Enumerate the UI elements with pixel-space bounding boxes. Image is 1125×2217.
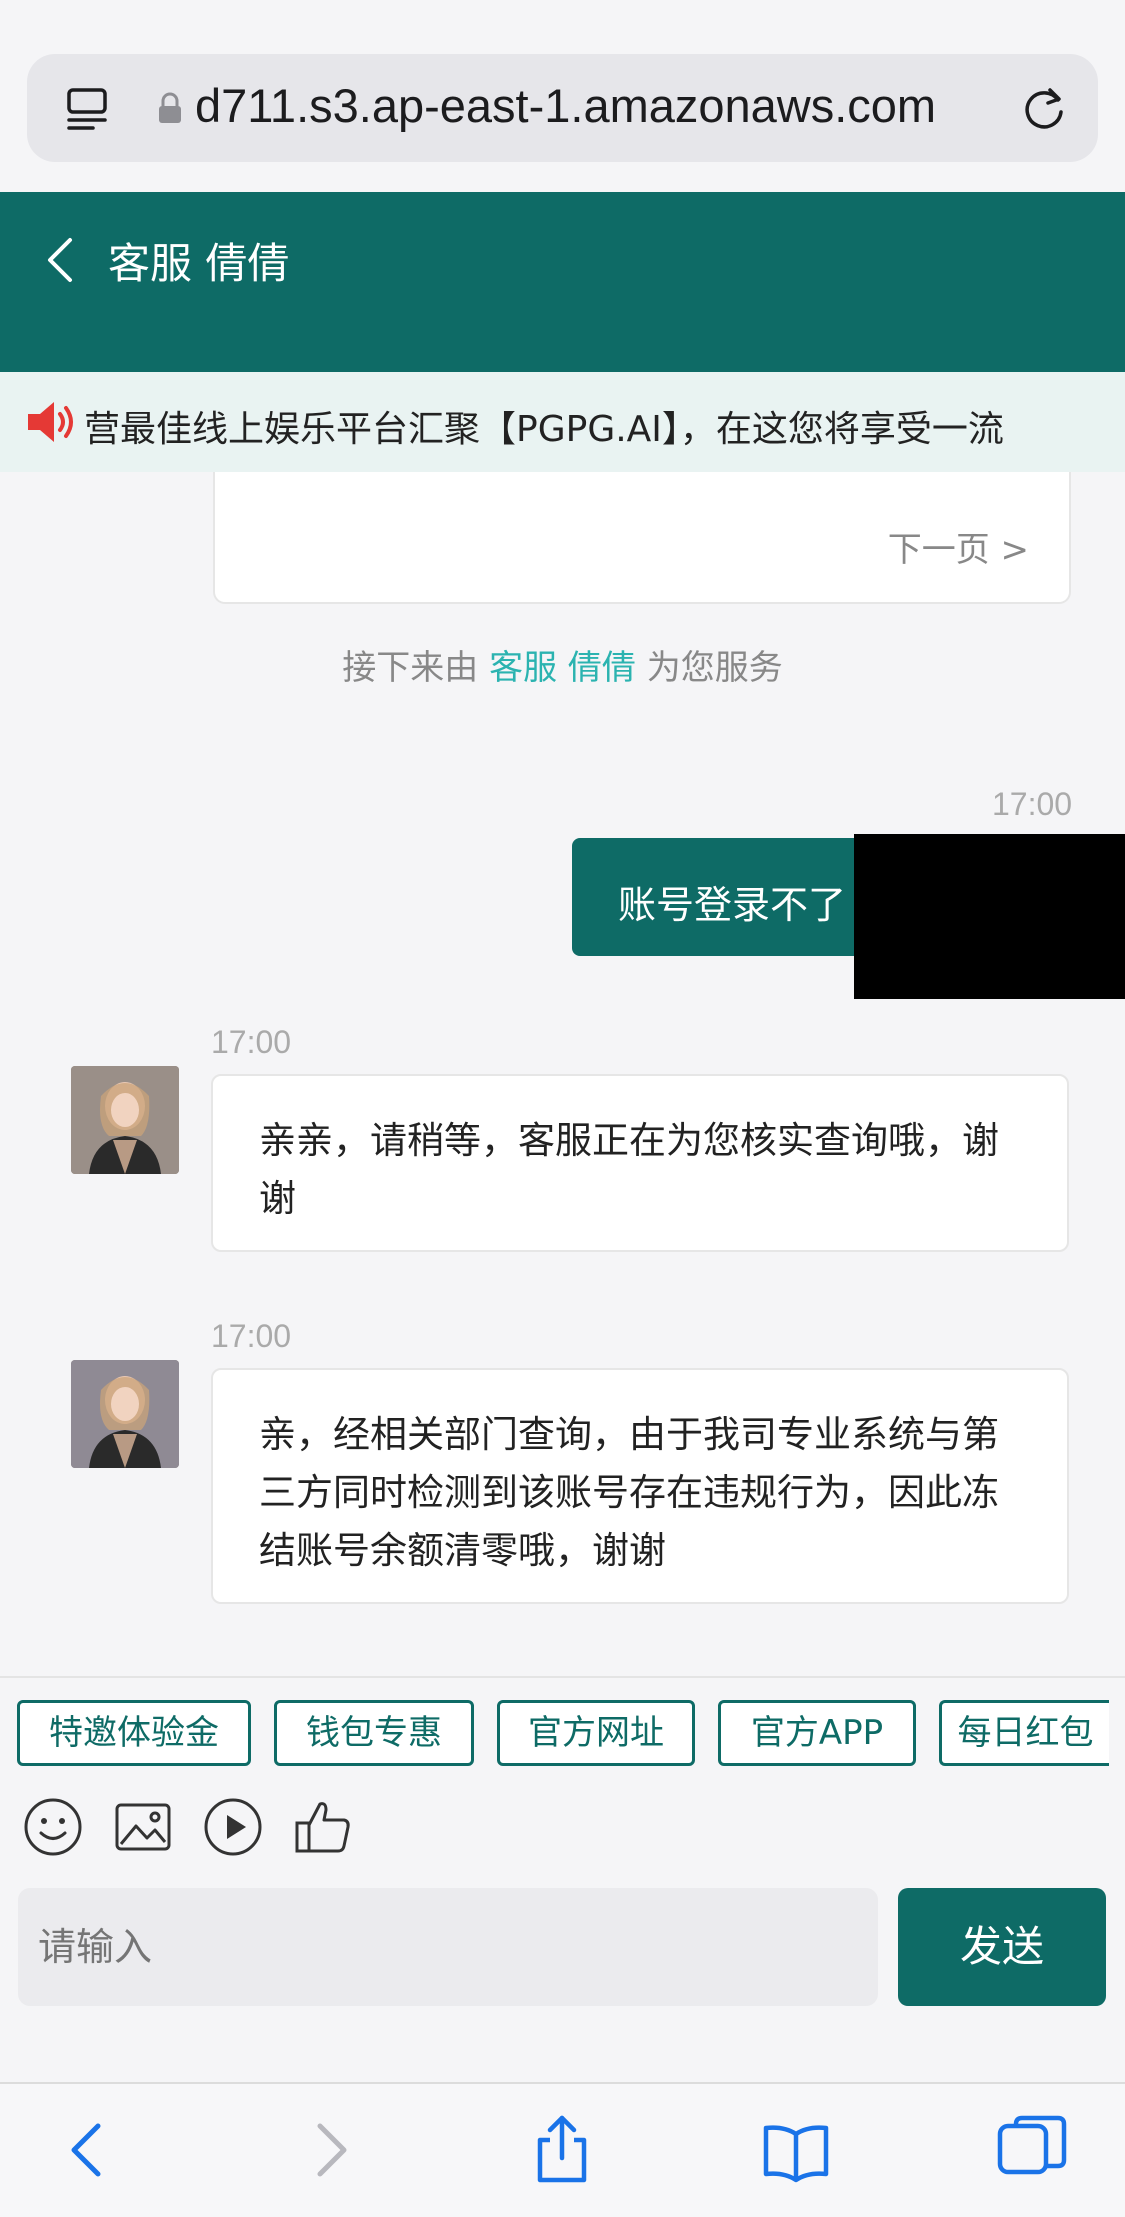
send-button[interactable]: 发送 — [898, 1888, 1106, 2006]
back-icon[interactable] — [52, 2114, 124, 2186]
agent-avatar — [71, 1066, 179, 1174]
agent-message-card: 亲，经相关部门查询，由于我司专业系统与第三方同时检测到该账号存在违规行为，因此冻… — [211, 1368, 1069, 1604]
message-input[interactable] — [18, 1888, 878, 2006]
forward-icon[interactable] — [294, 2114, 366, 2186]
agent-avatar — [71, 1360, 179, 1468]
quick-reply-button[interactable]: 每日红包 — [939, 1700, 1109, 1766]
url-text[interactable]: d711.s3.ap-east-1.amazonaws.com — [195, 78, 936, 133]
tabs-icon[interactable] — [996, 2114, 1068, 2186]
browser-address-area: d711.s3.ap-east-1.amazonaws.com — [0, 0, 1125, 192]
next-page-link[interactable]: 下一页 > — [888, 522, 1029, 571]
announcement-marquee[interactable]: 营最佳线上娱乐平台汇聚【PGPG.AI】，在这您将享受一流 — [0, 372, 1125, 472]
play-icon[interactable] — [202, 1796, 264, 1858]
image-icon[interactable] — [112, 1796, 174, 1858]
lock-icon — [159, 92, 181, 123]
bookmarks-icon[interactable] — [760, 2114, 832, 2186]
page-menu-icon[interactable] — [63, 84, 113, 134]
notice-before: 接下来由 — [342, 648, 490, 688]
quick-reply-button[interactable]: 特邀体验金 — [17, 1700, 251, 1766]
quick-reply-button[interactable]: 钱包专惠 — [274, 1700, 474, 1766]
composer-panel: 特邀体验金 钱包专惠 官方网址 官方APP 每日红包 发送 — [0, 1676, 1125, 2082]
redaction-block — [854, 834, 1125, 999]
avatar-photo — [71, 1066, 179, 1174]
reload-icon[interactable] — [1018, 82, 1070, 134]
avatar-photo — [71, 1360, 179, 1468]
chevron-left-icon[interactable] — [40, 232, 80, 288]
notice-after: 为您服务 — [635, 648, 783, 688]
address-bar[interactable]: d711.s3.ap-east-1.amazonaws.com — [27, 54, 1098, 162]
notice-agent-name: 客服 倩倩 — [489, 648, 636, 688]
chat-header: 客服 倩倩 — [0, 192, 1125, 372]
smiley-icon[interactable] — [22, 1796, 84, 1858]
user-message-bubble: 账号登录不了 — [572, 838, 872, 956]
announcement-text: 营最佳线上娱乐平台汇聚【PGPG.AI】，在这您将享受一流 — [84, 409, 1004, 450]
quick-reply-button[interactable]: 官方APP — [718, 1700, 916, 1766]
thumbs-up-icon[interactable] — [292, 1796, 354, 1858]
message-time: 17:00 — [211, 1024, 292, 1060]
page-title: 客服 倩倩 — [108, 239, 290, 288]
message-time: 17:00 — [211, 1318, 292, 1354]
message-time: 17:00 — [992, 786, 1073, 822]
service-notice: 接下来由 客服 倩倩 为您服务 — [0, 640, 1125, 689]
share-icon[interactable] — [526, 2114, 598, 2186]
speaker-icon — [28, 402, 73, 442]
previous-message-card: 下一页 > — [213, 472, 1071, 604]
quick-reply-button[interactable]: 官方网址 — [497, 1700, 695, 1766]
agent-message-card: 亲亲，请稍等，客服正在为您核实查询哦，谢谢 — [211, 1074, 1069, 1252]
browser-toolbar — [0, 2082, 1125, 2217]
